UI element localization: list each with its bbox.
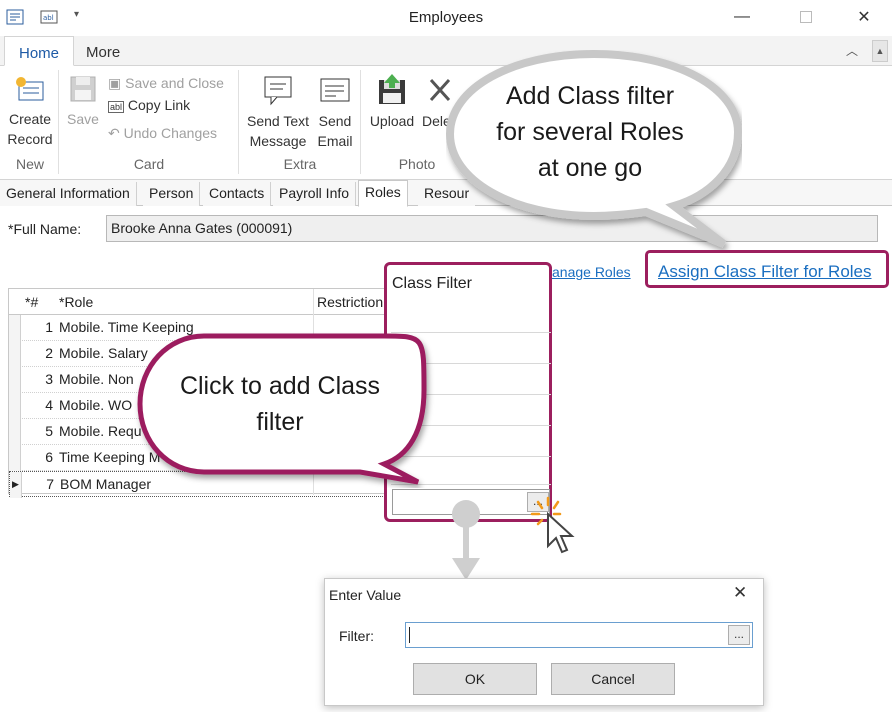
send-text-message-button[interactable]: Send Text Message [244, 74, 312, 151]
mouse-cursor-icon [530, 496, 575, 554]
send-text-message-label: Send Text Message [246, 113, 309, 149]
minimize-icon[interactable]: — [720, 0, 764, 34]
maximize-icon[interactable] [784, 0, 828, 34]
save-and-close-button[interactable]: ▣ Save and Close [108, 72, 238, 94]
class-filter-cell[interactable] [391, 305, 551, 333]
callout-top-text: Add Class filter for several Roles at on… [496, 82, 684, 182]
text-caret [409, 627, 410, 643]
row-num: 3 [45, 371, 53, 387]
create-record-button[interactable]: Create Record [4, 74, 56, 149]
tab-contacts[interactable]: Contacts [203, 182, 272, 206]
tab-more[interactable]: More [72, 36, 134, 66]
message-icon [264, 76, 292, 106]
row-selector[interactable] [9, 445, 21, 471]
group-separator [58, 70, 59, 174]
assign-class-filter-link[interactable]: Assign Class Filter for Roles [658, 262, 872, 282]
group-label-new: New [15, 156, 44, 172]
save-close-icon: ▣ [108, 75, 122, 91]
grid-header-role[interactable]: *Role [59, 294, 93, 310]
row-selector[interactable] [9, 315, 21, 341]
manage-roles-link[interactable]: anage Roles [552, 264, 631, 280]
grid-header-restriction[interactable]: Restriction [317, 294, 383, 310]
row-role: Mobile. Requ [59, 423, 142, 439]
row-num: 2 [45, 345, 53, 361]
row-role: Mobile. WO [59, 397, 133, 413]
dialog-title: Enter Value [329, 587, 402, 603]
upload-label: Upload [369, 113, 415, 129]
row-num: 5 [45, 423, 53, 439]
grid-header-row: *# *Role Restriction [9, 289, 387, 495]
undo-icon: ↶ [108, 125, 120, 141]
enter-value-dialog: Enter Value ✕ Filter: ... OK Cancel [324, 578, 764, 706]
copy-link-button[interactable]: abl Copy Link [108, 94, 238, 116]
title-bar: abl ▾ Employees — ✕ [0, 0, 892, 36]
save-button[interactable]: Save [62, 74, 104, 129]
close-icon[interactable]: ✕ [842, 0, 886, 34]
row-num: 6 [45, 449, 53, 465]
undo-changes-button[interactable]: ↶ Undo Changes [108, 122, 238, 144]
cancel-button[interactable]: Cancel [551, 663, 675, 695]
copy-link-label: Copy Link [127, 97, 191, 113]
row-num: 1 [45, 319, 53, 335]
save-label: Save [67, 111, 99, 127]
group-label-extra: Extra [283, 156, 317, 172]
group-label-card: Card [133, 156, 165, 172]
row-selector[interactable] [9, 367, 21, 393]
filter-input[interactable]: ... [405, 622, 753, 648]
grid-header-num[interactable]: *# [25, 294, 38, 310]
create-record-icon [16, 77, 44, 101]
create-record-label: Create Record [7, 111, 53, 147]
row-num: 7 [46, 476, 54, 492]
callout-middle-text: Click to add Class filter [179, 372, 381, 436]
filter-ellipsis-button[interactable]: ... [728, 625, 750, 645]
scroll-up-icon[interactable]: ▲ [872, 40, 888, 62]
collapse-ribbon-icon[interactable]: ︿ [846, 42, 858, 59]
current-row-indicator-icon[interactable]: ▶ [10, 472, 22, 498]
tab-payroll-info[interactable]: Payroll Info [273, 182, 357, 206]
tab-general-information[interactable]: General Information [0, 182, 137, 206]
row-selector[interactable] [9, 419, 21, 445]
row-role: Mobile. Non [59, 371, 134, 387]
full-name-label: *Full Name: [8, 221, 82, 237]
upload-button[interactable]: Upload [364, 74, 420, 131]
row-num: 4 [45, 397, 53, 413]
row-selector[interactable] [9, 393, 21, 419]
row-selector[interactable] [9, 341, 21, 367]
undo-changes-label: Undo Changes [123, 125, 218, 141]
ok-button[interactable]: OK [413, 663, 537, 695]
connector-arrow [452, 500, 480, 580]
card-small-buttons: ▣ Save and Close abl Copy Link ↶ Undo Ch… [108, 72, 238, 144]
filter-label: Filter: [339, 628, 374, 644]
send-email-button[interactable]: Send Email [314, 74, 356, 151]
upload-icon [379, 74, 405, 104]
class-filter-header[interactable]: Class Filter [392, 275, 472, 293]
save-icon [70, 76, 96, 102]
dialog-close-icon[interactable]: ✕ [733, 583, 747, 603]
save-and-close-label: Save and Close [125, 75, 224, 91]
email-icon [320, 78, 350, 102]
tab-roles[interactable]: Roles [358, 180, 408, 207]
tab-person[interactable]: Person [143, 182, 201, 206]
send-email-label: Send Email [317, 113, 353, 149]
copy-link-icon: abl [108, 101, 125, 113]
tab-home[interactable]: Home [4, 36, 75, 66]
group-separator [360, 70, 361, 174]
group-separator [238, 70, 239, 174]
